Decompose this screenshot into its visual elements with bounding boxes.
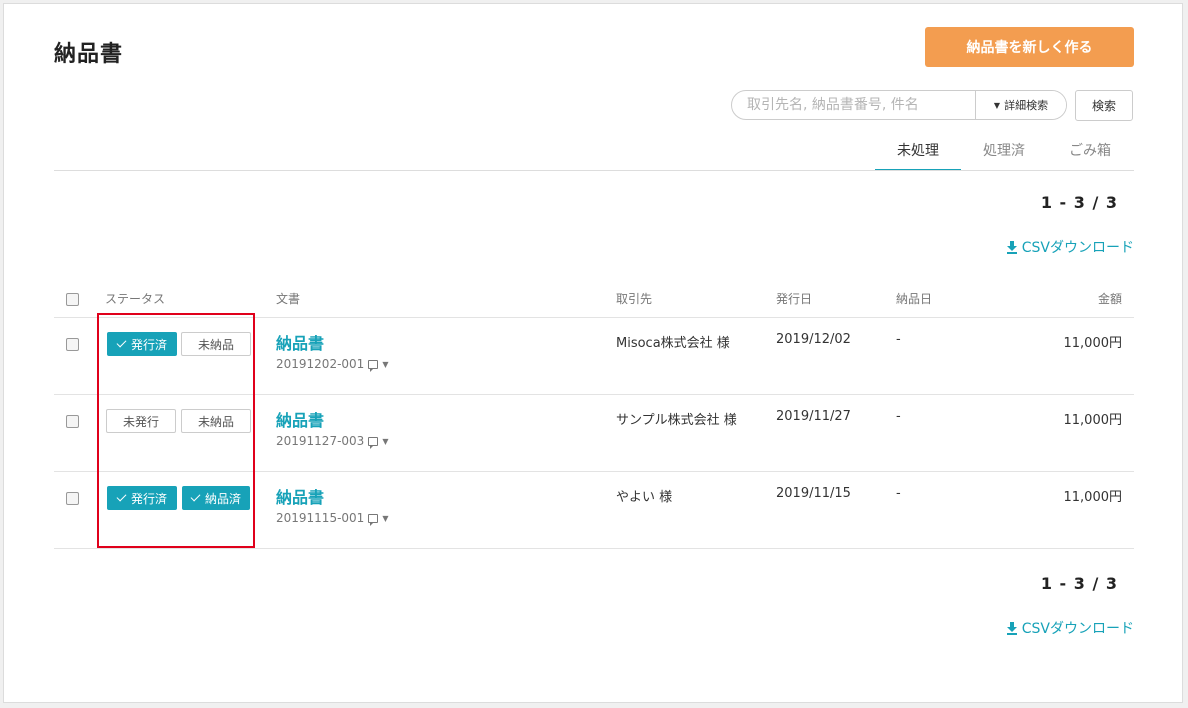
header-amount: 金額	[1097, 292, 1122, 306]
memo-icon[interactable]	[368, 513, 379, 526]
search-box: ▼ 詳細検索	[731, 90, 1067, 120]
delivery-status-badge[interactable]: 未納品	[181, 332, 251, 356]
status-tabs: 未処理 処理済 ごみ箱	[875, 136, 1133, 171]
tabs-divider	[54, 170, 1134, 171]
header-status: ステータス	[105, 292, 166, 306]
download-icon	[1006, 622, 1017, 635]
header-issue-date: 発行日	[776, 292, 813, 306]
document-title-link[interactable]: 納品書	[276, 484, 324, 508]
memo-icon[interactable]	[368, 359, 379, 372]
table-row: 未発行 未納品 納品書 20191127-003 ▼ サンプル株式会社 様 20…	[54, 395, 1134, 472]
issue-date: 2019/11/15	[776, 486, 851, 501]
header-client: 取引先	[616, 292, 653, 306]
badge-label: 未納品	[197, 414, 234, 429]
issue-date: 2019/12/02	[776, 332, 851, 347]
issued-status-badge[interactable]: 未発行	[106, 409, 176, 433]
amount: 11,000円	[1063, 490, 1123, 505]
header-document: 文書	[276, 292, 301, 306]
check-icon	[116, 337, 127, 348]
pagination-summary-top: 1 - 3 / 3	[1040, 193, 1118, 212]
document-number: 20191202-001 ▼	[276, 357, 388, 372]
caret-down-icon: ▼	[993, 100, 1001, 110]
badge-label: 発行済	[130, 491, 167, 506]
search-input[interactable]	[732, 91, 975, 119]
delivery-date: -	[896, 486, 901, 501]
issued-status-badge[interactable]: 発行済	[107, 332, 177, 356]
check-icon	[190, 491, 201, 502]
badge-label: 納品済	[204, 491, 241, 506]
document-title-link[interactable]: 納品書	[276, 330, 324, 354]
document-title-link[interactable]: 納品書	[276, 407, 324, 431]
memo-icon[interactable]	[368, 436, 379, 449]
csv-download-label: CSVダウンロード	[1021, 621, 1134, 637]
badge-label: 未納品	[197, 337, 234, 352]
advanced-search-button[interactable]: ▼ 詳細検索	[975, 91, 1066, 119]
document-number: 20191127-003 ▼	[276, 434, 388, 449]
row-checkbox[interactable]	[66, 338, 79, 351]
search-button[interactable]: 検索	[1075, 90, 1133, 121]
delivery-note-table: ステータス 文書 取引先 発行日 納品日 金額 発行済 未納品 納品書 2019…	[54, 274, 1134, 549]
create-delivery-note-button[interactable]: 納品書を新しく作る	[925, 27, 1134, 67]
delivery-status-badge[interactable]: 未納品	[181, 409, 251, 433]
delivery-date: -	[896, 332, 901, 347]
csv-download-link-bottom[interactable]: CSVダウンロード	[1006, 618, 1134, 638]
table-row: 発行済 未納品 納品書 20191202-001 ▼ Misoca株式会社 様 …	[54, 318, 1134, 395]
document-number-text: 20191127-003	[276, 434, 365, 448]
row-checkbox[interactable]	[66, 415, 79, 428]
table-row: 発行済 納品済 納品書 20191115-001 ▼ やよい 様 2019/11…	[54, 472, 1134, 549]
issue-date: 2019/11/27	[776, 409, 851, 424]
caret-down-icon[interactable]: ▼	[382, 360, 388, 369]
header-delivery-date: 納品日	[896, 292, 933, 306]
amount: 11,000円	[1063, 413, 1123, 428]
page-title: 納品書	[54, 42, 124, 67]
tab-unprocessed[interactable]: 未処理	[875, 136, 961, 171]
badge-label: 発行済	[130, 337, 167, 352]
document-number-text: 20191115-001	[276, 511, 365, 525]
main-panel: 納品書 納品書を新しく作る ▼ 詳細検索 検索 未処理 処理済 ごみ箱 1 - …	[3, 3, 1183, 703]
amount: 11,000円	[1063, 336, 1123, 351]
client-name: サンプル株式会社 様	[616, 413, 737, 428]
pagination-summary-bottom: 1 - 3 / 3	[1040, 574, 1118, 593]
row-checkbox[interactable]	[66, 492, 79, 505]
tab-trash[interactable]: ごみ箱	[1047, 136, 1133, 171]
select-all-checkbox[interactable]	[66, 293, 79, 306]
client-name: やよい 様	[616, 490, 673, 505]
issued-status-badge[interactable]: 発行済	[107, 486, 177, 510]
check-icon	[116, 491, 127, 502]
delivery-status-badge[interactable]: 納品済	[182, 486, 250, 510]
tab-processed[interactable]: 処理済	[961, 136, 1047, 171]
table-header: ステータス 文書 取引先 発行日 納品日 金額	[54, 274, 1134, 318]
caret-down-icon[interactable]: ▼	[382, 514, 388, 523]
advanced-search-label: 詳細検索	[1004, 99, 1049, 112]
document-number-text: 20191202-001	[276, 357, 365, 371]
document-number: 20191115-001 ▼	[276, 511, 388, 526]
caret-down-icon[interactable]: ▼	[382, 437, 388, 446]
client-name: Misoca株式会社 様	[616, 336, 730, 351]
delivery-date: -	[896, 409, 901, 424]
download-icon	[1006, 241, 1017, 254]
csv-download-link-top[interactable]: CSVダウンロード	[1006, 237, 1134, 257]
badge-label: 未発行	[122, 414, 159, 429]
csv-download-label: CSVダウンロード	[1021, 240, 1134, 256]
